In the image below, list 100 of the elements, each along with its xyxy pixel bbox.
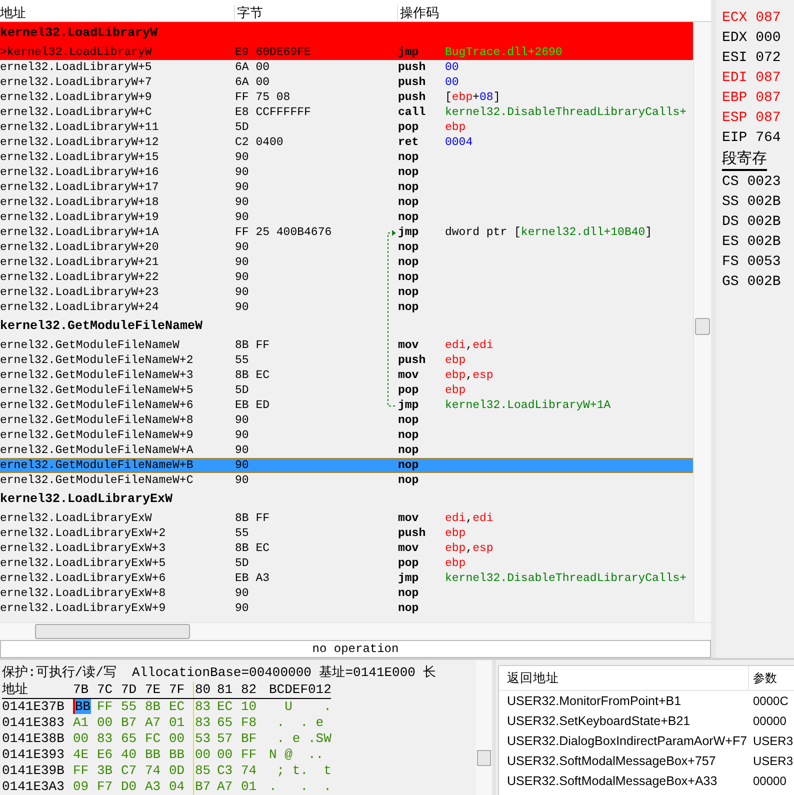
vertical-scrollbar[interactable] bbox=[476, 660, 492, 795]
column-header[interactable]: 地址 bbox=[0, 5, 235, 21]
column-header[interactable]: 返回地址 bbox=[499, 666, 749, 690]
byte-value[interactable]: 01 bbox=[169, 715, 185, 730]
instruction-row[interactable]: ernel32.GetModuleFileNameW+6 EB ED jmp kernel32.LoadLibraryW+1A bbox=[0, 398, 693, 413]
register-value[interactable]: FS 0053 bbox=[722, 252, 794, 272]
byte-value[interactable]: 85 bbox=[195, 763, 211, 778]
scroll-thumb[interactable] bbox=[477, 750, 491, 766]
byte-value[interactable]: 3B bbox=[97, 763, 113, 778]
register-value[interactable]: ESI 072 bbox=[722, 48, 794, 68]
byte-value[interactable]: 00 bbox=[73, 731, 89, 746]
instruction-row[interactable]: ernel32.LoadLibraryW+1A FF 25 400B4676 jmp dword ptr [kernel32.dll+10B40] bbox=[0, 225, 693, 240]
instruction-row[interactable]: ernel32.LoadLibraryExW+9 90 nop bbox=[0, 601, 693, 616]
byte-value[interactable]: A1 bbox=[73, 715, 89, 730]
instruction-row[interactable]: ernel32.LoadLibraryExW+2 55 push ebp bbox=[0, 526, 693, 541]
instruction-row[interactable]: ernel32.LoadLibraryW+20 90 nop bbox=[0, 240, 693, 255]
byte-value[interactable]: F8 bbox=[241, 715, 257, 730]
return-address[interactable]: USER32.MonitorFromPoint+B1 bbox=[499, 691, 749, 711]
instruction-row[interactable]: ernel32.LoadLibraryW+21 90 nop bbox=[0, 255, 693, 270]
byte-value[interactable]: FF bbox=[241, 747, 257, 762]
byte-value[interactable]: BB bbox=[169, 747, 185, 762]
instruction-row[interactable]: >kernel32.LoadLibraryW E9 60DE69FE jmp BugTrace.dll+2690 bbox=[0, 45, 693, 60]
byte-value[interactable]: 65 bbox=[121, 731, 137, 746]
register-value[interactable]: DS 002B bbox=[722, 212, 794, 232]
instruction-row[interactable]: ernel32.LoadLibraryExW+6 EB A3 jmp kernel32.DisableThreadLibraryCalls+ bbox=[0, 571, 693, 586]
instruction-row[interactable]: ernel32.GetModuleFileNameW+5 5D pop ebp bbox=[0, 383, 693, 398]
instruction-row[interactable]: ernel32.LoadLibraryExW+8 90 nop bbox=[0, 586, 693, 601]
byte-value[interactable]: 00 bbox=[195, 747, 211, 762]
return-address[interactable]: USER32.SoftModalMessageBox+A33 bbox=[499, 771, 749, 791]
instruction-row[interactable]: ernel32.LoadLibraryW+23 90 nop bbox=[0, 285, 693, 300]
byte-value[interactable]: A3 bbox=[145, 779, 161, 794]
byte-value[interactable]: 53 bbox=[195, 731, 211, 746]
byte-value[interactable]: 00 bbox=[169, 731, 185, 746]
byte-value[interactable]: A7 bbox=[145, 715, 161, 730]
instruction-row[interactable]: ernel32.GetModuleFileNameW+8 90 nop bbox=[0, 413, 693, 428]
register-value[interactable]: ECX 087 bbox=[722, 8, 794, 28]
byte-value[interactable]: 09 bbox=[73, 779, 89, 794]
byte-value[interactable]: 10 bbox=[241, 699, 257, 714]
return-address[interactable]: USER32.DialogBoxIndirectParamAorW+F7 bbox=[499, 731, 749, 751]
byte-value[interactable]: C7 bbox=[121, 763, 137, 778]
instruction-row[interactable]: ernel32.LoadLibraryW+24 90 nop bbox=[0, 300, 693, 315]
byte-value[interactable]: BB bbox=[145, 747, 161, 762]
return-address[interactable]: USER32.SetKeyboardState+B21 bbox=[499, 711, 749, 731]
byte-value[interactable]: 40 bbox=[121, 747, 137, 762]
instruction-row[interactable]: ernel32.LoadLibraryW+22 90 nop bbox=[0, 270, 693, 285]
byte-value[interactable]: E6 bbox=[97, 747, 113, 762]
register-value[interactable]: EDX 000 bbox=[722, 28, 794, 48]
register-value[interactable]: ESP 087 bbox=[722, 108, 794, 128]
instruction-row[interactable]: ernel32.GetModuleFileNameW+A 90 nop bbox=[0, 443, 693, 458]
instruction-row[interactable]: ernel32.GetModuleFileNameW+9 90 nop bbox=[0, 428, 693, 443]
byte-value[interactable]: F7 bbox=[97, 779, 113, 794]
byte-value[interactable]: B7 bbox=[121, 715, 137, 730]
horizontal-scrollbar[interactable] bbox=[0, 622, 711, 640]
instruction-row[interactable]: ernel32.LoadLibraryW+19 90 nop bbox=[0, 210, 693, 225]
byte-value[interactable]: 83 bbox=[97, 731, 113, 746]
byte-value[interactable]: 04 bbox=[169, 779, 185, 794]
byte-value[interactable]: 4E bbox=[73, 747, 89, 762]
byte-value[interactable]: BF bbox=[241, 731, 257, 746]
instruction-row[interactable]: ernel32.GetModuleFileNameW+B 90 nop bbox=[0, 458, 693, 473]
register-value[interactable]: EBP 087 bbox=[722, 88, 794, 108]
byte-value[interactable]: EC bbox=[169, 699, 185, 714]
byte-value[interactable]: 83 bbox=[195, 715, 211, 730]
instruction-row[interactable]: ernel32.LoadLibraryW+15 90 nop bbox=[0, 150, 693, 165]
byte-value[interactable]: 83 bbox=[195, 699, 211, 714]
register-value[interactable]: GS 002B bbox=[722, 272, 794, 292]
byte-value[interactable]: EC bbox=[217, 699, 233, 714]
byte-value[interactable]: FF bbox=[73, 763, 89, 778]
instruction-row[interactable]: ernel32.LoadLibraryW+7 6A 00 push 00 bbox=[0, 75, 693, 90]
instruction-row[interactable]: ernel32.LoadLibraryW+12 C2 0400 ret 0004 bbox=[0, 135, 693, 150]
scroll-thumb[interactable] bbox=[695, 318, 710, 335]
byte-value[interactable]: A7 bbox=[217, 779, 233, 794]
register-value[interactable]: SS 002B bbox=[722, 192, 794, 212]
column-header[interactable]: 操作码 bbox=[398, 5, 711, 21]
instruction-row[interactable]: ernel32.LoadLibraryW+16 90 nop bbox=[0, 165, 693, 180]
byte-value[interactable]: 74 bbox=[241, 763, 257, 778]
register-value[interactable]: EIP 764 bbox=[722, 128, 794, 148]
instruction-row[interactable]: ernel32.GetModuleFileNameW 8B FF mov edi,edi bbox=[0, 338, 693, 353]
byte-value[interactable]: 01 bbox=[241, 779, 257, 794]
byte-value[interactable]: D0 bbox=[121, 779, 137, 794]
byte-value[interactable]: FF bbox=[97, 699, 113, 714]
instruction-row[interactable]: ernel32.GetModuleFileNameW+C 90 nop bbox=[0, 473, 693, 488]
instruction-row[interactable]: ernel32.LoadLibraryExW 8B FF mov edi,edi bbox=[0, 511, 693, 526]
byte-value[interactable]: 74 bbox=[145, 763, 161, 778]
byte-value[interactable]: FC bbox=[145, 731, 161, 746]
return-address[interactable]: USER32.SoftModalMessageBox+757 bbox=[499, 751, 749, 771]
register-value[interactable]: EDI 087 bbox=[722, 68, 794, 88]
instruction-row[interactable]: ernel32.LoadLibraryW+9 FF 75 08 push [ebp+08] bbox=[0, 90, 693, 105]
scroll-thumb[interactable] bbox=[35, 624, 190, 639]
byte-value[interactable]: 0D bbox=[169, 763, 185, 778]
byte-value[interactable]: 00 bbox=[217, 747, 233, 762]
byte-value[interactable]: 8B bbox=[145, 699, 161, 714]
instruction-row[interactable]: ernel32.LoadLibraryW+18 90 nop bbox=[0, 195, 693, 210]
instruction-row[interactable]: ernel32.LoadLibraryW+5 6A 00 push 00 bbox=[0, 60, 693, 75]
instruction-row[interactable]: ernel32.GetModuleFileNameW+2 55 push ebp bbox=[0, 353, 693, 368]
instruction-row[interactable]: ernel32.LoadLibraryW+11 5D pop ebp bbox=[0, 120, 693, 135]
vertical-scrollbar[interactable] bbox=[693, 22, 711, 622]
instruction-row[interactable]: ernel32.LoadLibraryW+17 90 nop bbox=[0, 180, 693, 195]
byte-value[interactable]: 55 bbox=[121, 699, 137, 714]
byte-value[interactable]: BB bbox=[73, 699, 91, 714]
byte-value[interactable]: 00 bbox=[97, 715, 113, 730]
